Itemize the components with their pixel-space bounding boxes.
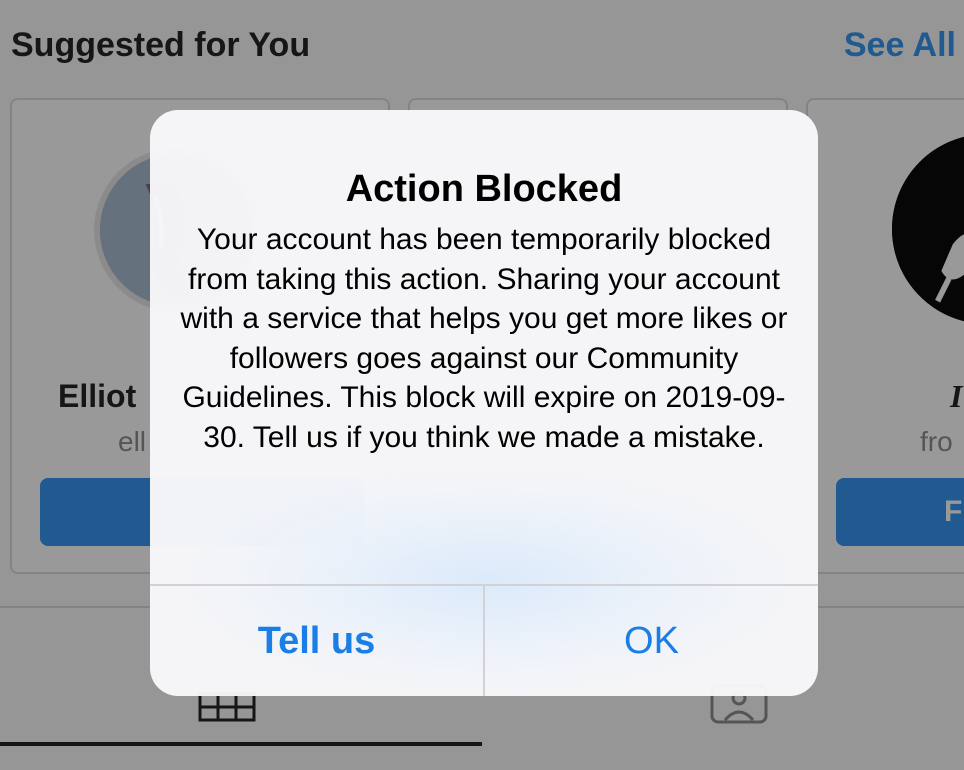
dialog-title: Action Blocked [345,168,623,210]
action-blocked-dialog: Action Blocked Your account has been tem… [150,110,818,696]
dialog-message: Your account has been temporarily blocke… [180,223,788,454]
tell-us-button[interactable]: Tell us [150,586,483,696]
ok-button[interactable]: OK [485,586,818,696]
